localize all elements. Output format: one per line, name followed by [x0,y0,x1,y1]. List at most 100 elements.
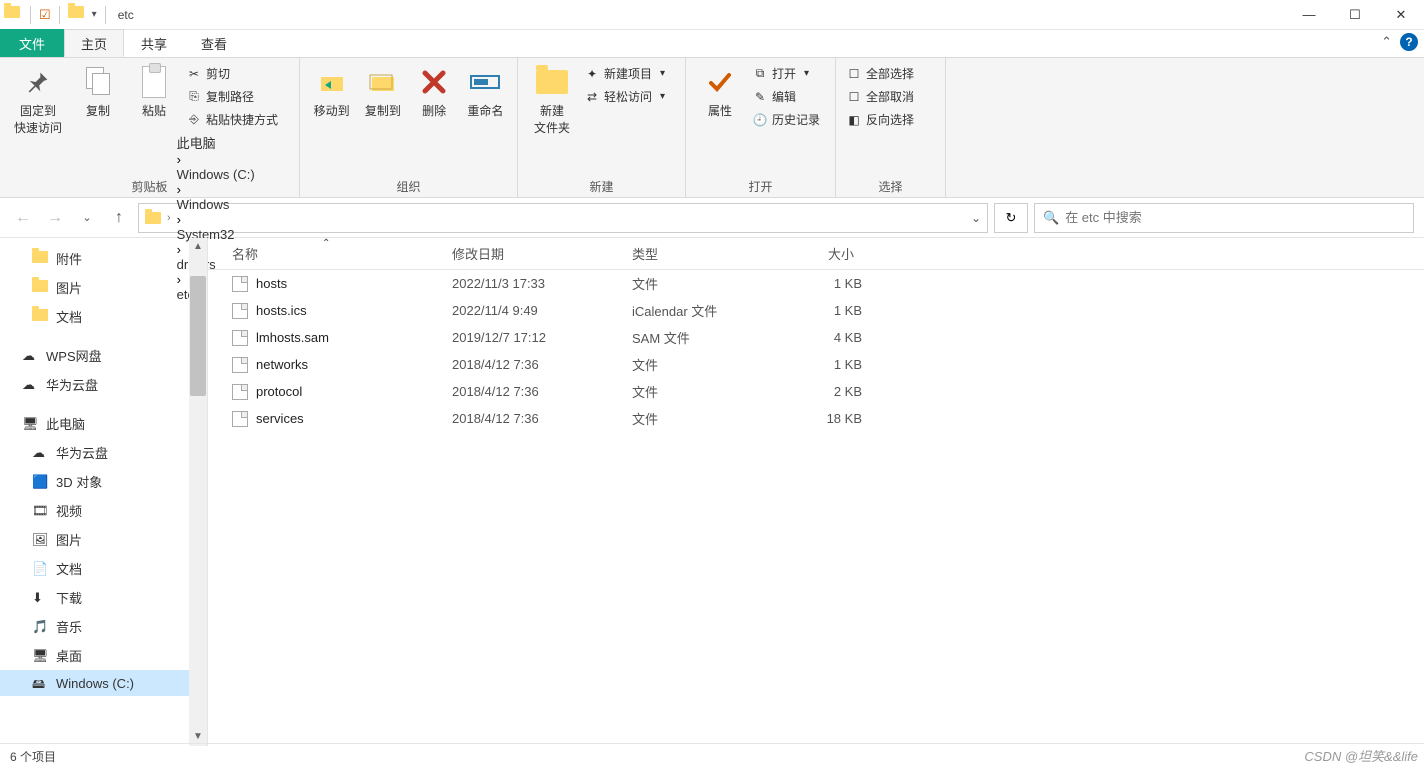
sidebar-item-视频[interactable]: 🎞视频 [0,496,207,525]
status-bar: 6 个项目 [0,743,1424,769]
cloud-blue-icon: ☁ [22,377,38,393]
cut-button[interactable]: ✂剪切 [182,62,282,85]
breadcrumb-segment[interactable]: 此电脑 [177,133,255,152]
nav-row: ← → ⌄ ↑ › 此电脑›Windows (C:)›Windows›Syste… [0,198,1424,238]
history-button[interactable]: 🕘历史记录 [748,108,824,131]
breadcrumb-segment[interactable]: Windows (C:) [177,167,255,182]
cloud-icon: ☁ [32,445,48,461]
new-folder-button[interactable]: 新建 文件夹 [524,62,580,136]
sidebar-item-文档[interactable]: 文档 [0,302,207,331]
col-date[interactable]: 修改日期 [452,244,632,263]
col-name[interactable]: ⌃名称 [232,244,452,263]
maximize-button[interactable]: ☐ [1332,0,1378,30]
copy-icon [82,66,114,98]
close-button[interactable]: ✕ [1378,0,1424,30]
sidebar-item-音乐[interactable]: 🎵音乐 [0,612,207,641]
chevron-right-icon[interactable]: › [177,182,181,197]
easy-access-button[interactable]: ⇄轻松访问▾ [580,85,669,108]
chevron-right-icon[interactable]: › [177,212,181,227]
nav-forward-button[interactable]: → [42,209,68,227]
search-box[interactable]: 🔍 [1034,203,1414,233]
move-to-icon [316,66,348,98]
qat-save-icon[interactable]: ☑ [39,7,51,23]
col-size[interactable]: 大小 [782,244,862,263]
sidebar-item-图片[interactable]: 图片 [0,273,207,302]
scroll-thumb[interactable] [190,276,206,396]
pc-icon: 🖥 [22,416,38,432]
select-all-button[interactable]: ☐全部选择 [842,62,918,85]
address-dropdown-icon[interactable]: ⌄ [971,211,981,225]
tab-file[interactable]: 文件 [0,29,64,57]
select-none-button[interactable]: ☐全部取消 [842,85,918,108]
sidebar-item-华为云盘[interactable]: ☁华为云盘 [0,438,207,467]
window-title: etc [118,8,134,22]
music-icon: 🎵 [32,619,48,635]
qat-dropdown-icon[interactable]: ▾ [92,9,97,20]
file-row[interactable]: services2018/4/12 7:36文件18 KB [208,405,1424,432]
col-type[interactable]: 类型 [632,244,782,263]
sidebar: 附件图片文档 ☁WPS网盘☁华为云盘 🖥 此电脑 ☁华为云盘🟦3D 对象🎞视频🖼… [0,238,208,746]
folder-icon [32,251,48,267]
refresh-button[interactable]: ↻ [994,203,1028,233]
pin-to-quick-access-button[interactable]: 固定到 快速访问 [6,62,70,136]
file-row[interactable]: networks2018/4/12 7:36文件1 KB [208,351,1424,378]
tab-home[interactable]: 主页 [64,29,124,57]
path-icon: ⎘ [186,89,202,105]
file-row[interactable]: lmhosts.sam2019/12/7 17:12SAM 文件4 KB [208,324,1424,351]
invert-selection-button[interactable]: ◧反向选择 [842,108,918,131]
help-icon[interactable]: ? [1400,33,1418,51]
copy-button[interactable]: 复制 [70,62,126,119]
3d-icon: 🟦 [32,474,48,490]
file-icon [232,384,248,400]
sidebar-item-文档[interactable]: 📄文档 [0,554,207,583]
qat-folder-icon[interactable] [68,6,86,24]
sidebar-item-桌面[interactable]: 🖥桌面 [0,641,207,670]
address-bar[interactable]: › 此电脑›Windows (C:)›Windows›System32›driv… [138,203,988,233]
move-to-button[interactable]: 移动到 [306,62,357,119]
chevron-right-icon[interactable]: › [167,212,171,224]
tab-view[interactable]: 查看 [184,29,244,57]
ribbon-group-organize: 移动到 复制到 删除 重命名 组织 [300,58,518,197]
open-button[interactable]: ⧉打开▾ [748,62,824,85]
sidebar-item-附件[interactable]: 附件 [0,244,207,273]
desk-icon: 🖥 [32,648,48,664]
nav-back-button[interactable]: ← [10,209,36,227]
sidebar-item-华为云盘[interactable]: ☁华为云盘 [0,370,207,399]
sidebar-item-WPS网盘[interactable]: ☁WPS网盘 [0,341,207,370]
collapse-ribbon-icon[interactable]: ⌃ [1381,34,1392,50]
nav-up-button[interactable]: ↑ [106,209,132,227]
new-item-button[interactable]: ✦新建项目▾ [580,62,669,85]
paste-button[interactable]: 粘贴 [126,62,182,119]
delete-icon [418,66,450,98]
file-icon [232,276,248,292]
properties-button[interactable]: 属性 [692,62,748,119]
sidebar-item-3D 对象[interactable]: 🟦3D 对象 [0,467,207,496]
breadcrumb-segment[interactable]: Windows [177,197,255,212]
sidebar-item-this-pc[interactable]: 🖥 此电脑 [0,409,207,438]
search-input[interactable] [1065,210,1405,225]
rename-button[interactable]: 重命名 [460,62,511,119]
sidebar-scrollbar[interactable]: ▲ ▼ [189,238,207,746]
copy-to-button[interactable]: 复制到 [357,62,408,119]
tab-share[interactable]: 共享 [124,29,184,57]
scissors-icon: ✂ [186,66,202,82]
group-label-select: 选择 [842,174,939,197]
file-row[interactable]: protocol2018/4/12 7:36文件2 KB [208,378,1424,405]
sidebar-item-Windows (C:)[interactable]: 🖴Windows (C:)› [0,670,207,696]
chevron-right-icon[interactable]: › [177,152,181,167]
select-none-icon: ☐ [846,89,862,105]
file-list: ⌃名称 修改日期 类型 大小 hosts2022/11/3 17:33文件1 K… [208,238,1424,746]
file-icon [232,411,248,427]
sidebar-item-下载[interactable]: ⬇下载 [0,583,207,612]
nav-recent-dropdown[interactable]: ⌄ [74,211,100,224]
minimize-button[interactable]: — [1286,0,1332,30]
file-row[interactable]: hosts2022/11/3 17:33文件1 KB [208,270,1424,297]
ribbon-group-select: ☐全部选择 ☐全部取消 ◧反向选择 选择 [836,58,946,197]
paste-shortcut-button[interactable]: ⎆粘贴快捷方式 [182,108,282,131]
copy-path-button[interactable]: ⎘复制路径 [182,85,282,108]
delete-button[interactable]: 删除 [409,62,460,119]
scroll-up-icon[interactable]: ▲ [193,238,203,256]
sidebar-item-图片[interactable]: 🖼图片 [0,525,207,554]
file-row[interactable]: hosts.ics2022/11/4 9:49iCalendar 文件1 KB [208,297,1424,324]
edit-button[interactable]: ✎编辑 [748,85,824,108]
